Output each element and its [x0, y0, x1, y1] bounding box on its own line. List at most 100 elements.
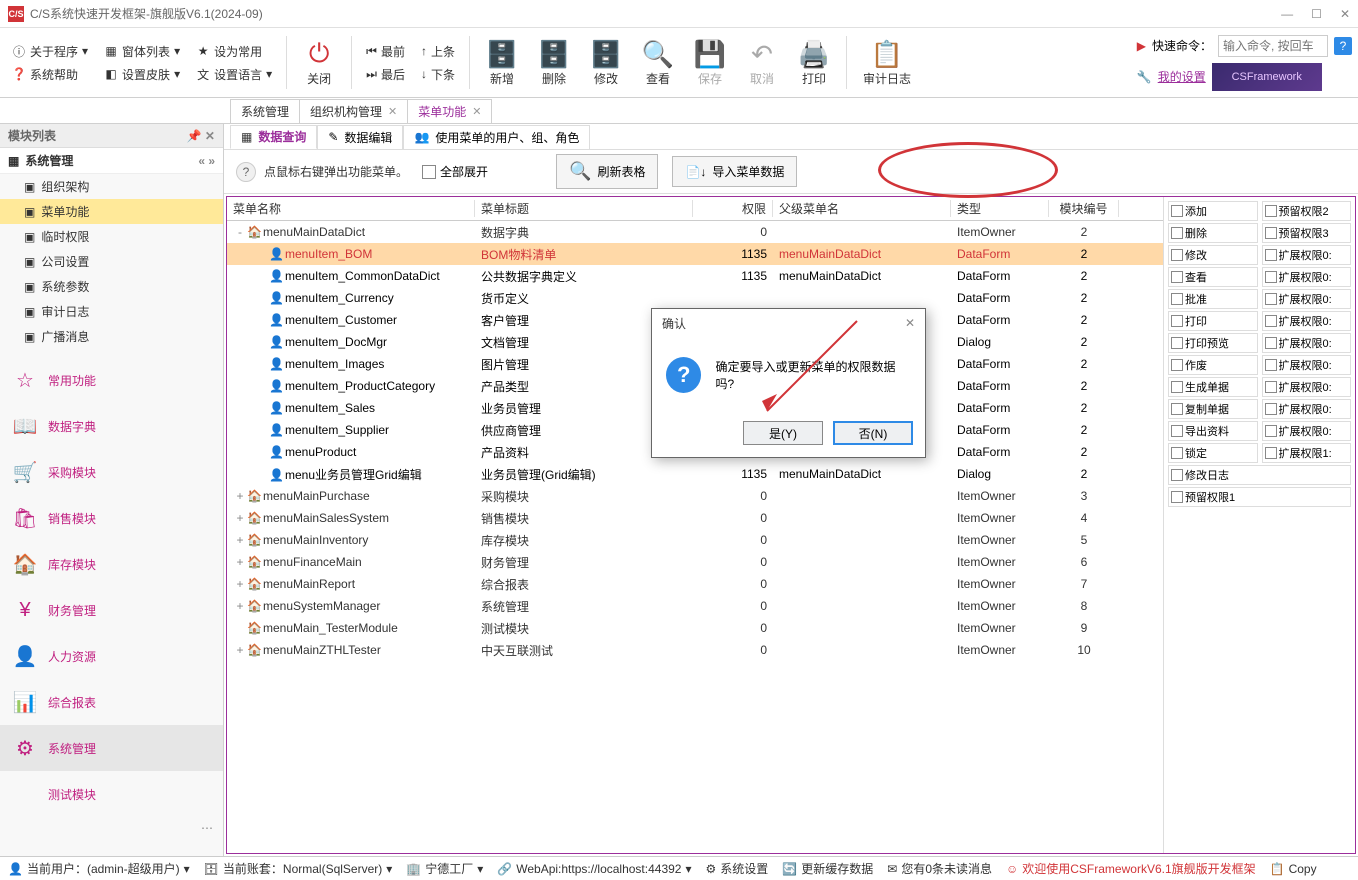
sidebar-item[interactable]: ▣菜单功能 [0, 199, 223, 224]
table-row[interactable]: +🏠menuMainInventory库存模块0ItemOwner5 [227, 529, 1163, 551]
perm-checkbox[interactable]: 添加 [1168, 201, 1258, 221]
perm-checkbox[interactable]: 扩展权限0: [1262, 355, 1352, 375]
nav-first[interactable]: ⏮ 最前 [360, 41, 411, 62]
sidebar-category[interactable]: ▦系统管理 « » [0, 148, 223, 174]
perm-checkbox[interactable]: 打印预览 [1168, 333, 1258, 353]
yes-button[interactable]: 是(Y) [743, 421, 823, 445]
tab-close-icon[interactable]: ✕ [388, 105, 397, 118]
table-row[interactable]: 👤menu业务员管理Grid编辑业务员管理(Grid编辑)1135menuMai… [227, 463, 1163, 485]
subtab-users[interactable]: 👥使用菜单的用户、组、角色 [403, 125, 590, 149]
refresh-button[interactable]: 🔍刷新表格 [556, 154, 658, 189]
sidebar-module[interactable]: 📊综合报表 [0, 679, 223, 725]
sidebar-module[interactable]: 🛒采购模块 [0, 449, 223, 495]
nav-last[interactable]: ⏭ 最后 [360, 64, 411, 85]
about-menu[interactable]: ⓘ关于程序 ▾ [6, 41, 94, 62]
sb-factory[interactable]: 🏢 宁德工厂 ▾ [406, 860, 483, 877]
minimize-icon[interactable]: — [1281, 7, 1293, 21]
sb-user[interactable]: 👤 当前用户：(admin-超级用户) ▾ [8, 860, 190, 877]
table-row[interactable]: 🏠menuMain_TesterModule测试模块0ItemOwner9 [227, 617, 1163, 639]
syshelp-menu[interactable]: ❓系统帮助 [6, 64, 94, 85]
perm-checkbox[interactable]: 复制单据 [1168, 399, 1258, 419]
sb-webapi[interactable]: 🔗 WebApi:https://localhost:44392 ▾ [497, 862, 691, 876]
perm-checkbox[interactable]: 导出资料 [1168, 421, 1258, 441]
table-row[interactable]: 👤menuItem_BOMBOM物料清单1135menuMainDataDict… [227, 243, 1163, 265]
table-row[interactable]: +🏠menuMainPurchase采购模块0ItemOwner3 [227, 485, 1163, 507]
close-icon[interactable]: ✕ [1340, 7, 1350, 21]
perm-checkbox[interactable]: 预留权限3 [1262, 223, 1352, 243]
subtab-query[interactable]: ▦数据查询 [230, 125, 317, 149]
dialog-close-icon[interactable]: ✕ [905, 316, 915, 330]
sidebar-item[interactable]: ▣临时权限 [0, 224, 223, 249]
promo-banner[interactable]: CSFramework [1212, 63, 1322, 91]
no-button[interactable]: 否(N) [833, 421, 913, 445]
tab-system[interactable]: 系统管理 [230, 99, 300, 123]
sidebar-item[interactable]: ▣组织架构 [0, 174, 223, 199]
table-row[interactable]: +🏠menuFinanceMain财务管理0ItemOwner6 [227, 551, 1163, 573]
table-row[interactable]: -🏠menuMainDataDict数据字典0ItemOwner2 [227, 221, 1163, 243]
sb-msg[interactable]: ✉ 您有0条未读消息 [887, 860, 992, 877]
my-settings-link[interactable]: 我的设置 [1158, 68, 1206, 85]
perm-checkbox[interactable]: 删除 [1168, 223, 1258, 243]
add-button[interactable]: 🗄️新增 [478, 30, 526, 95]
sidebar-item[interactable]: ▣公司设置 [0, 249, 223, 274]
table-row[interactable]: 👤menuItem_Currency货币定义DataForm2 [227, 287, 1163, 309]
perm-checkbox[interactable]: 扩展权限0: [1262, 421, 1352, 441]
table-row[interactable]: +🏠menuMainReport综合报表0ItemOwner7 [227, 573, 1163, 595]
delete-button[interactable]: 🗄️删除 [530, 30, 578, 95]
view-button[interactable]: 🔍查看 [634, 30, 682, 95]
table-row[interactable]: +🏠menuMainSalesSystem销售模块0ItemOwner4 [227, 507, 1163, 529]
perm-checkbox[interactable]: 预留权限2 [1262, 201, 1352, 221]
sidebar-module[interactable]: ¥财务管理 [0, 587, 223, 633]
sidebar-item[interactable]: ▣审计日志 [0, 299, 223, 324]
perm-checkbox[interactable]: 扩展权限1: [1262, 443, 1352, 463]
tab-close-icon[interactable]: ✕ [472, 105, 481, 118]
print-button[interactable]: 🖨️打印 [790, 30, 838, 95]
sb-account[interactable]: 🗄 当前账套：Normal(SqlServer) ▾ [204, 860, 393, 877]
sb-copy[interactable]: 📋 Copy [1270, 862, 1317, 876]
expand-all-checkbox[interactable]: 全部展开 [422, 163, 488, 180]
sidebar-module[interactable]: ☆常用功能 [0, 357, 223, 403]
quickcmd-input[interactable] [1218, 35, 1328, 57]
sb-sysset[interactable]: ⚙ 系统设置 [706, 860, 769, 877]
audit-button[interactable]: 📋审计日志 [855, 30, 919, 95]
table-row[interactable]: 👤menuItem_CommonDataDict公共数据字典定义1135menu… [227, 265, 1163, 287]
perm-checkbox[interactable]: 扩展权限0: [1262, 245, 1352, 265]
perm-checkbox[interactable]: 扩展权限0: [1262, 377, 1352, 397]
table-row[interactable]: +🏠menuMainZTHLTester中天互联测试0ItemOwner10 [227, 639, 1163, 661]
subtab-edit[interactable]: ✎数据编辑 [317, 125, 403, 149]
perm-checkbox[interactable]: 生成单据 [1168, 377, 1258, 397]
sidebar-module[interactable]: 🏠库存模块 [0, 541, 223, 587]
sidebar-module[interactable]: 📖数据字典 [0, 403, 223, 449]
lang-menu[interactable]: 文设置语言 ▾ [190, 64, 278, 85]
maximize-icon[interactable]: ☐ [1311, 7, 1322, 21]
sidebar-module[interactable]: 测试模块 [0, 771, 223, 817]
tab-menu[interactable]: 菜单功能✕ [407, 99, 492, 123]
perm-checkbox[interactable]: 打印 [1168, 311, 1258, 331]
skin-menu[interactable]: ◧设置皮肤 ▾ [98, 64, 186, 85]
perm-checkbox[interactable]: 扩展权限0: [1262, 333, 1352, 353]
setcommon-menu[interactable]: ★设为常用 [190, 41, 278, 62]
sidebar-more[interactable]: ⋯ [0, 817, 223, 839]
modify-button[interactable]: 🗄️修改 [582, 30, 630, 95]
perm-checkbox[interactable]: 扩展权限0: [1262, 267, 1352, 287]
sb-refresh[interactable]: 🔄 更新缓存数据 [782, 860, 873, 877]
perm-checkbox[interactable]: 扩展权限0: [1262, 399, 1352, 419]
perm-checkbox[interactable]: 修改日志 [1168, 465, 1351, 485]
table-row[interactable]: +🏠menuSystemManager系统管理0ItemOwner8 [227, 595, 1163, 617]
pin-icon[interactable]: 📌 ✕ [187, 129, 215, 143]
nav-prev[interactable]: ↑ 上条 [415, 41, 461, 62]
sidebar-item[interactable]: ▣系统参数 [0, 274, 223, 299]
sidebar-module[interactable]: 🛍销售模块 [0, 495, 223, 541]
perm-checkbox[interactable]: 扩展权限0: [1262, 311, 1352, 331]
perm-checkbox[interactable]: 预留权限1 [1168, 487, 1351, 507]
sidebar-module[interactable]: ⚙系统管理 [0, 725, 223, 771]
nav-next[interactable]: ↓ 下条 [415, 64, 461, 85]
import-button[interactable]: 📄↓导入菜单数据 [672, 156, 797, 187]
perm-checkbox[interactable]: 作废 [1168, 355, 1258, 375]
perm-checkbox[interactable]: 批准 [1168, 289, 1258, 309]
perm-checkbox[interactable]: 锁定 [1168, 443, 1258, 463]
formlist-menu[interactable]: ▦窗体列表 ▾ [98, 41, 186, 62]
video-icon[interactable]: ▶ [1137, 39, 1146, 53]
help-badge[interactable]: ? [1334, 37, 1352, 55]
tab-org[interactable]: 组织机构管理✕ [299, 99, 408, 123]
